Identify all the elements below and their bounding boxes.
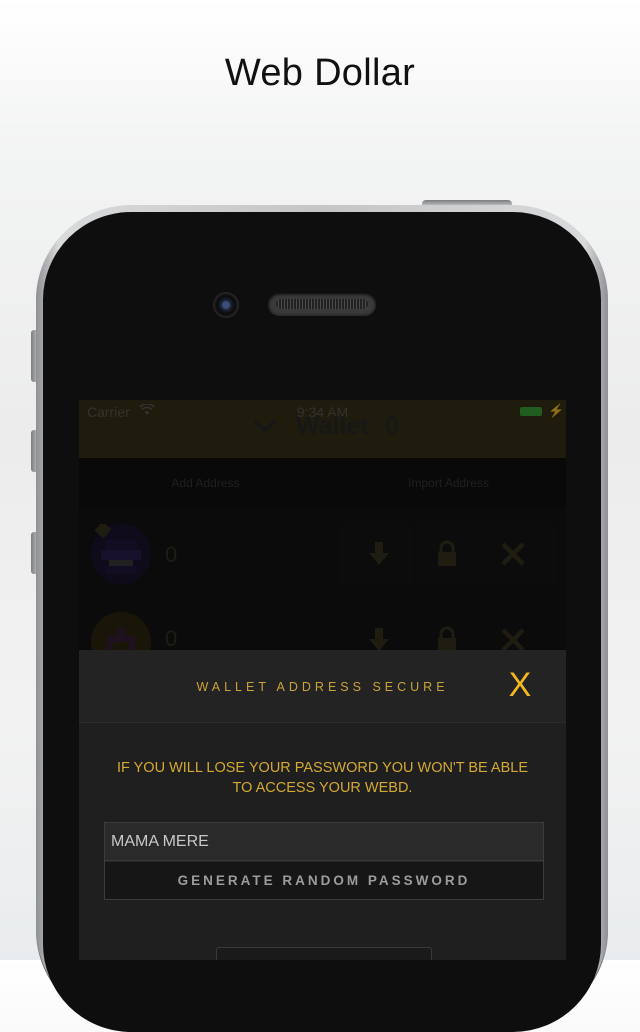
modal-title: WALLET ADDRESS SECURE bbox=[196, 680, 449, 694]
front-camera bbox=[213, 292, 239, 318]
earpiece-speaker bbox=[268, 293, 376, 315]
password-box: GENERATE RANDOM PASSWORD bbox=[104, 822, 544, 900]
phone-screen: Carrier 9:34 AM ⚡ Wallet 0 Add Address I… bbox=[79, 400, 566, 960]
page-title: Web Dollar bbox=[224, 52, 416, 94]
secure-wallet-modal: WALLET ADDRESS SECURE X IF YOU WILL LOSE… bbox=[79, 650, 566, 960]
generate-password-button[interactable]: GENERATE RANDOM PASSWORD bbox=[105, 862, 543, 899]
password-warning: IF YOU WILL LOSE YOUR PASSWORD YOU WON'T… bbox=[116, 760, 529, 796]
password-input[interactable] bbox=[105, 823, 543, 861]
modal-header: WALLET ADDRESS SECURE X bbox=[79, 650, 566, 723]
modal-close-button[interactable]: X bbox=[505, 668, 535, 702]
modal-confirm-button[interactable] bbox=[216, 947, 432, 960]
